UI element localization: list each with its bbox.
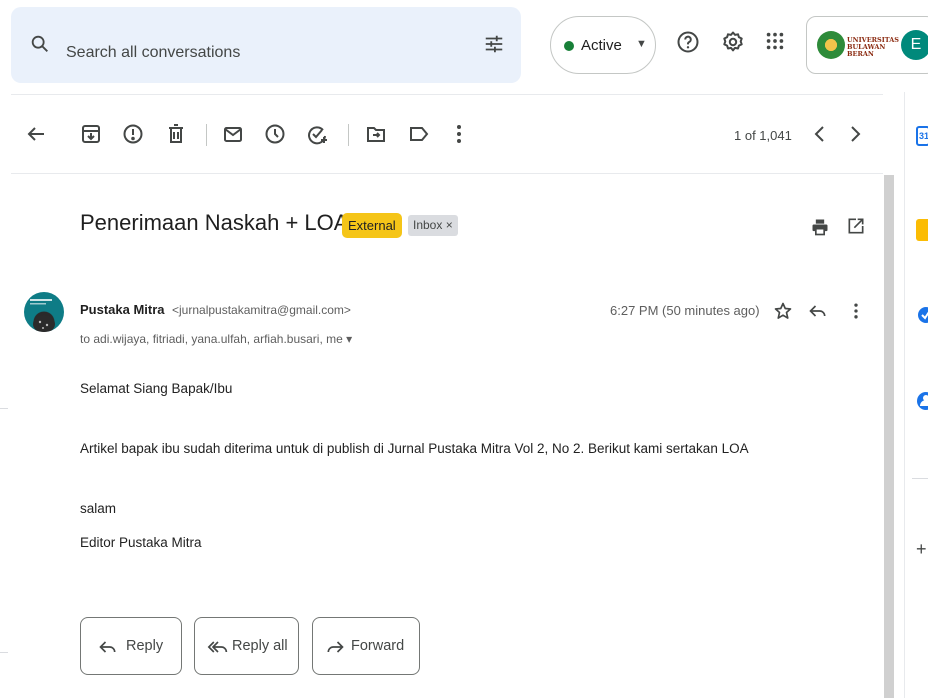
help-icon[interactable]: [676, 30, 700, 59]
search-input[interactable]: Search all conversations: [66, 44, 240, 62]
forward-button-label: Forward: [351, 638, 405, 654]
gear-icon[interactable]: [721, 30, 745, 59]
calendar-icon[interactable]: 31: [916, 126, 928, 146]
report-spam-icon[interactable]: [121, 122, 145, 151]
keep-icon[interactable]: [916, 219, 928, 241]
message-timestamp: 6:27 PM (50 minutes ago): [610, 303, 760, 318]
recipients-toggle[interactable]: to adi.wijaya, fitriadi, yana.ulfah, arf…: [80, 332, 352, 346]
reply-all-icon: [207, 637, 229, 662]
side-panel-separator: [912, 478, 928, 479]
status-label: Active: [581, 37, 622, 54]
toolbar-divider: [11, 173, 883, 174]
toolbar-separator: [206, 124, 207, 146]
apps-grid-icon[interactable]: [764, 30, 786, 57]
external-badge: External: [342, 213, 402, 238]
reply-all-button[interactable]: Reply all: [194, 617, 299, 675]
star-icon[interactable]: [773, 301, 793, 326]
edge-mark: [0, 408, 8, 409]
label-icon[interactable]: [407, 122, 431, 151]
org-name: UNIVERSITAS BULAWAN BERAN: [847, 36, 900, 58]
search-bar[interactable]: Search all conversations: [11, 7, 521, 83]
more-options-icon[interactable]: [846, 301, 866, 326]
chevron-down-icon: ▼: [636, 38, 647, 50]
print-icon[interactable]: [810, 217, 830, 242]
search-options-icon[interactable]: [483, 33, 505, 60]
snooze-icon[interactable]: [263, 122, 287, 151]
inbox-label-chip[interactable]: Inbox ×: [408, 215, 458, 236]
search-icon[interactable]: [29, 33, 51, 60]
toolbar-separator: [348, 124, 349, 146]
sender-name[interactable]: Pustaka Mitra: [80, 302, 165, 317]
side-panel-divider: [904, 92, 905, 698]
header-divider: [11, 94, 883, 95]
body-closing: salam: [80, 501, 117, 516]
reply-icon[interactable]: [808, 301, 828, 326]
add-addon-icon[interactable]: +: [916, 540, 927, 558]
forward-button[interactable]: Forward: [312, 617, 420, 675]
tasks-icon[interactable]: [916, 305, 928, 330]
sender-avatar[interactable]: [24, 292, 64, 332]
body-paragraph: Artikel bapak ibu sudah diterima untuk d…: [80, 441, 749, 456]
edge-mark: [0, 652, 8, 653]
scrollbar[interactable]: [884, 175, 894, 698]
forward-icon: [325, 637, 345, 662]
pagination-count: 1 of 1,041: [734, 128, 792, 143]
body-greeting: Selamat Siang Bapak/Ibu: [80, 381, 233, 396]
university-logo-icon: [817, 31, 845, 59]
body-signature: Editor Pustaka Mitra: [80, 535, 202, 550]
back-arrow-icon[interactable]: [24, 122, 48, 151]
reply-icon: [98, 637, 118, 662]
account-switcher[interactable]: UNIVERSITAS BULAWAN BERAN E: [806, 16, 928, 74]
open-in-new-window-icon[interactable]: [846, 216, 866, 241]
more-options-icon[interactable]: [447, 122, 471, 151]
status-dot-icon: [564, 41, 574, 51]
add-task-icon[interactable]: [305, 122, 329, 151]
calendar-day: 31: [919, 131, 928, 141]
page-title: Penerimaan Naskah + LOA: [80, 210, 349, 235]
sender-email: <jurnalpustakamitra@gmail.com>: [172, 303, 351, 317]
avatar[interactable]: E: [901, 30, 928, 60]
status-selector[interactable]: Active ▼: [550, 16, 656, 74]
delete-icon[interactable]: [164, 122, 188, 151]
mark-unread-icon[interactable]: [221, 122, 245, 151]
reply-button-label: Reply: [126, 638, 164, 654]
reply-all-button-label: Reply all: [232, 638, 288, 654]
chevron-left-icon[interactable]: [808, 122, 832, 151]
archive-icon[interactable]: [79, 122, 103, 151]
chevron-right-icon[interactable]: [843, 122, 867, 151]
move-to-icon[interactable]: [364, 122, 388, 151]
contacts-icon[interactable]: [916, 390, 928, 417]
reply-button[interactable]: Reply: [80, 617, 182, 675]
